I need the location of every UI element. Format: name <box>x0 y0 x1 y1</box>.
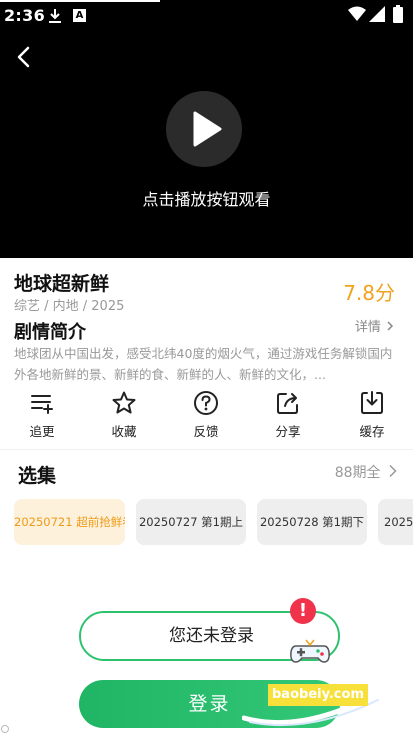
warning-badge: ! <box>290 598 316 624</box>
episode-item[interactable]: 20250 <box>378 499 413 545</box>
wifi-icon <box>348 6 366 21</box>
show-score: 7.8分 <box>343 281 395 305</box>
star-icon <box>112 391 136 414</box>
add-to-list-icon <box>31 395 53 414</box>
chevron-right-icon <box>389 464 397 478</box>
synopsis-title: 剧情简介 <box>14 322 86 343</box>
feedback-label: 反馈 <box>193 424 219 439</box>
corner-dot <box>1 725 9 733</box>
status-time: 2:36 <box>4 6 45 25</box>
favorite-label: 收藏 <box>111 424 137 439</box>
share-label: 分享 <box>275 424 301 439</box>
favorite-button[interactable]: 收藏 <box>94 390 154 440</box>
feedback-button[interactable]: 反馈 <box>176 390 236 440</box>
video-player[interactable]: 2:36 A 点击播放按钮观看 <box>0 0 413 258</box>
download-icon <box>49 9 61 23</box>
episodes-all-link[interactable]: 88期全 <box>335 462 399 482</box>
battery-icon <box>393 5 403 23</box>
signal-icon <box>369 6 385 22</box>
episode-item[interactable]: 20250721 超前抢鲜看 <box>14 499 125 545</box>
episode-item[interactable]: 20250727 第1期上 <box>136 499 246 545</box>
cache-button[interactable]: 缓存 <box>342 390 402 440</box>
episode-list: 20250721 超前抢鲜看 20250727 第1期上 20250728 第1… <box>0 499 413 545</box>
episodes-title: 选集 <box>18 465 57 487</box>
follow-label: 追更 <box>29 424 55 439</box>
status-bar: 2:36 A <box>0 0 413 30</box>
download-icon <box>361 391 383 414</box>
question-icon <box>194 391 218 415</box>
episodes-all-label: 88期全 <box>334 465 381 481</box>
back-arrow-icon[interactable] <box>10 43 38 71</box>
play-button[interactable] <box>166 91 242 167</box>
gamepad-icon <box>290 639 330 663</box>
episode-item[interactable]: 20250728 第1期下 <box>257 499 367 545</box>
show-title: 地球超新鲜 <box>14 273 110 295</box>
play-hint-text: 点击播放按钮观看 <box>142 190 271 209</box>
share-icon <box>277 393 298 414</box>
follow-button[interactable]: 追更 <box>12 390 72 440</box>
synopsis-detail-link[interactable]: 详情 <box>355 316 395 335</box>
chevron-right-icon <box>387 321 394 331</box>
section-divider <box>0 449 413 450</box>
synopsis-detail-label: 详情 <box>354 320 381 335</box>
a-app-icon: A <box>73 9 86 22</box>
synopsis-text: 地球团从中国出发，感受北纬40度的烟火气，通过游戏任务解锁国内外各地新鲜的景、新… <box>14 346 393 382</box>
play-icon <box>193 111 222 147</box>
watermark-label: baobeiy.com <box>268 684 368 706</box>
show-meta: 综艺 / 内地 / 2025 <box>14 299 125 314</box>
cache-label: 缓存 <box>359 424 385 439</box>
share-button[interactable]: 分享 <box>258 390 318 440</box>
action-bar: 追更 收藏 反馈 分享 缓存 <box>0 390 413 440</box>
